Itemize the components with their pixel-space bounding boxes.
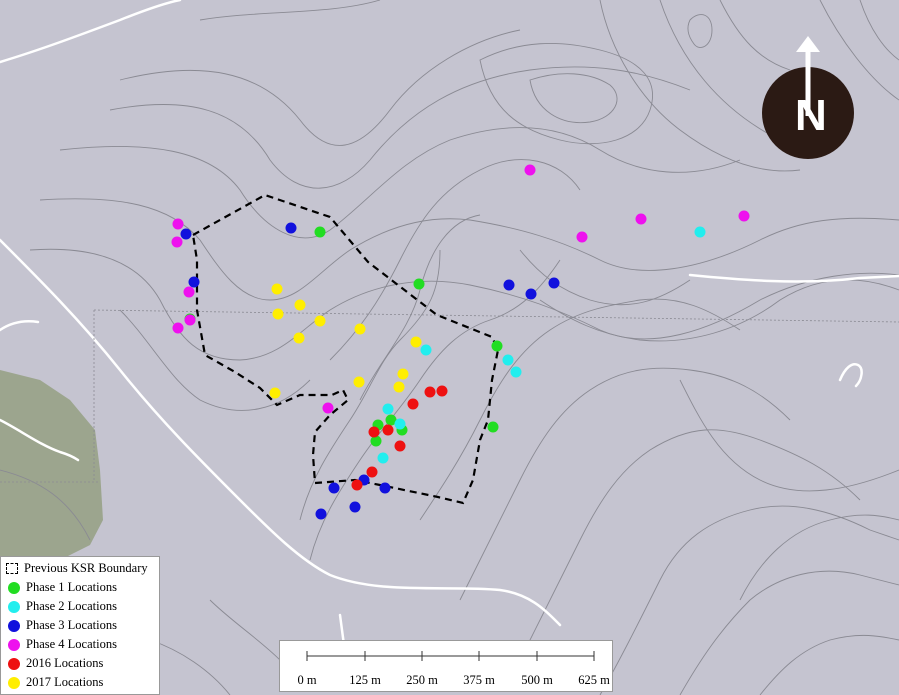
location-marker-p1 <box>314 226 326 238</box>
legend-item-phase3: Phase 3 Locations <box>4 616 156 635</box>
scale-bar-graphic <box>306 651 595 661</box>
legend-item-phase1: Phase 1 Locations <box>4 578 156 597</box>
legend-item-2016: 2016 Locations <box>4 654 156 673</box>
location-marker-y17 <box>397 368 409 380</box>
location-marker-y17 <box>294 299 306 311</box>
location-marker-p4 <box>183 286 195 298</box>
legend-label: Phase 1 Locations <box>26 580 117 594</box>
phase2-swatch <box>8 600 20 613</box>
location-marker-p2 <box>694 226 706 238</box>
2017-swatch <box>8 676 20 689</box>
phase4-swatch <box>8 638 20 651</box>
location-marker-p3 <box>180 228 192 240</box>
legend-label: Phase 2 Locations <box>26 599 117 613</box>
location-marker-p4 <box>172 322 184 334</box>
location-marker-y17 <box>314 315 326 327</box>
location-marker-p4 <box>171 236 183 248</box>
location-marker-p3 <box>379 482 391 494</box>
location-marker-p4 <box>635 213 647 225</box>
location-marker-y16 <box>366 466 378 478</box>
location-marker-p3 <box>285 222 297 234</box>
location-marker-p4 <box>322 402 334 414</box>
location-marker-p1 <box>413 278 425 290</box>
scale-label: 625 m <box>578 673 610 687</box>
location-marker-y16 <box>424 386 436 398</box>
legend-item-2017: 2017 Locations <box>4 673 156 692</box>
location-marker-y16 <box>368 426 380 438</box>
location-marker-p4 <box>524 164 536 176</box>
location-marker-p2 <box>377 452 389 464</box>
scale-label: 250 m <box>406 673 438 687</box>
legend-item-phase4: Phase 4 Locations <box>4 635 156 654</box>
location-marker-p3 <box>349 501 361 513</box>
legend-label: Phase 3 Locations <box>26 618 117 632</box>
phase1-swatch <box>8 581 20 594</box>
location-marker-y17 <box>393 381 405 393</box>
location-marker-p4 <box>738 210 750 222</box>
boundary-swatch <box>6 563 18 574</box>
location-marker-y16 <box>436 385 448 397</box>
location-marker-p1 <box>487 421 499 433</box>
location-marker-p4 <box>184 314 196 326</box>
scale-label: 125 m <box>349 673 381 687</box>
location-marker-y16 <box>407 398 419 410</box>
legend-label: 2017 Locations <box>26 675 104 689</box>
legend-label: Phase 4 Locations <box>26 637 117 651</box>
location-marker-y16 <box>351 479 363 491</box>
legend-label: Previous KSR Boundary <box>24 561 148 575</box>
location-marker-p3 <box>188 276 200 288</box>
legend-item-phase2: Phase 2 Locations <box>4 597 156 616</box>
location-marker-p3 <box>548 277 560 289</box>
location-marker-y17 <box>271 283 283 295</box>
location-marker-y17 <box>272 308 284 320</box>
location-marker-y16 <box>394 440 406 452</box>
location-marker-p4 <box>172 218 184 230</box>
location-marker-y17 <box>354 323 366 335</box>
location-marker-y16 <box>382 424 394 436</box>
legend-label: 2016 Locations <box>26 656 104 670</box>
location-marker-p3 <box>328 482 340 494</box>
location-marker-y17 <box>410 336 422 348</box>
location-marker-y17 <box>293 332 305 344</box>
legend-item-boundary: Previous KSR Boundary <box>4 559 156 578</box>
scale-label: 0 m <box>297 673 317 687</box>
phase3-swatch <box>8 619 20 632</box>
location-marker-p3 <box>525 288 537 300</box>
location-marker-p2 <box>420 344 432 356</box>
location-marker-p3 <box>315 508 327 520</box>
scale-label: 375 m <box>463 673 495 687</box>
map-legend: Previous KSR Boundary Phase 1 Locations … <box>0 556 160 695</box>
location-marker-y17 <box>269 387 281 399</box>
location-marker-p2 <box>502 354 514 366</box>
location-marker-p3 <box>503 279 515 291</box>
2016-swatch <box>8 657 20 670</box>
scale-label: 500 m <box>521 673 553 687</box>
location-marker-y17 <box>353 376 365 388</box>
location-marker-p2 <box>382 403 394 415</box>
location-marker-p1 <box>491 340 503 352</box>
location-marker-p2 <box>394 418 406 430</box>
scale-bar: 0 m 125 m 250 m 375 m 500 m 625 m <box>279 640 613 692</box>
north-letter: N <box>795 91 827 140</box>
location-marker-p2 <box>510 366 522 378</box>
location-marker-p4 <box>576 231 588 243</box>
